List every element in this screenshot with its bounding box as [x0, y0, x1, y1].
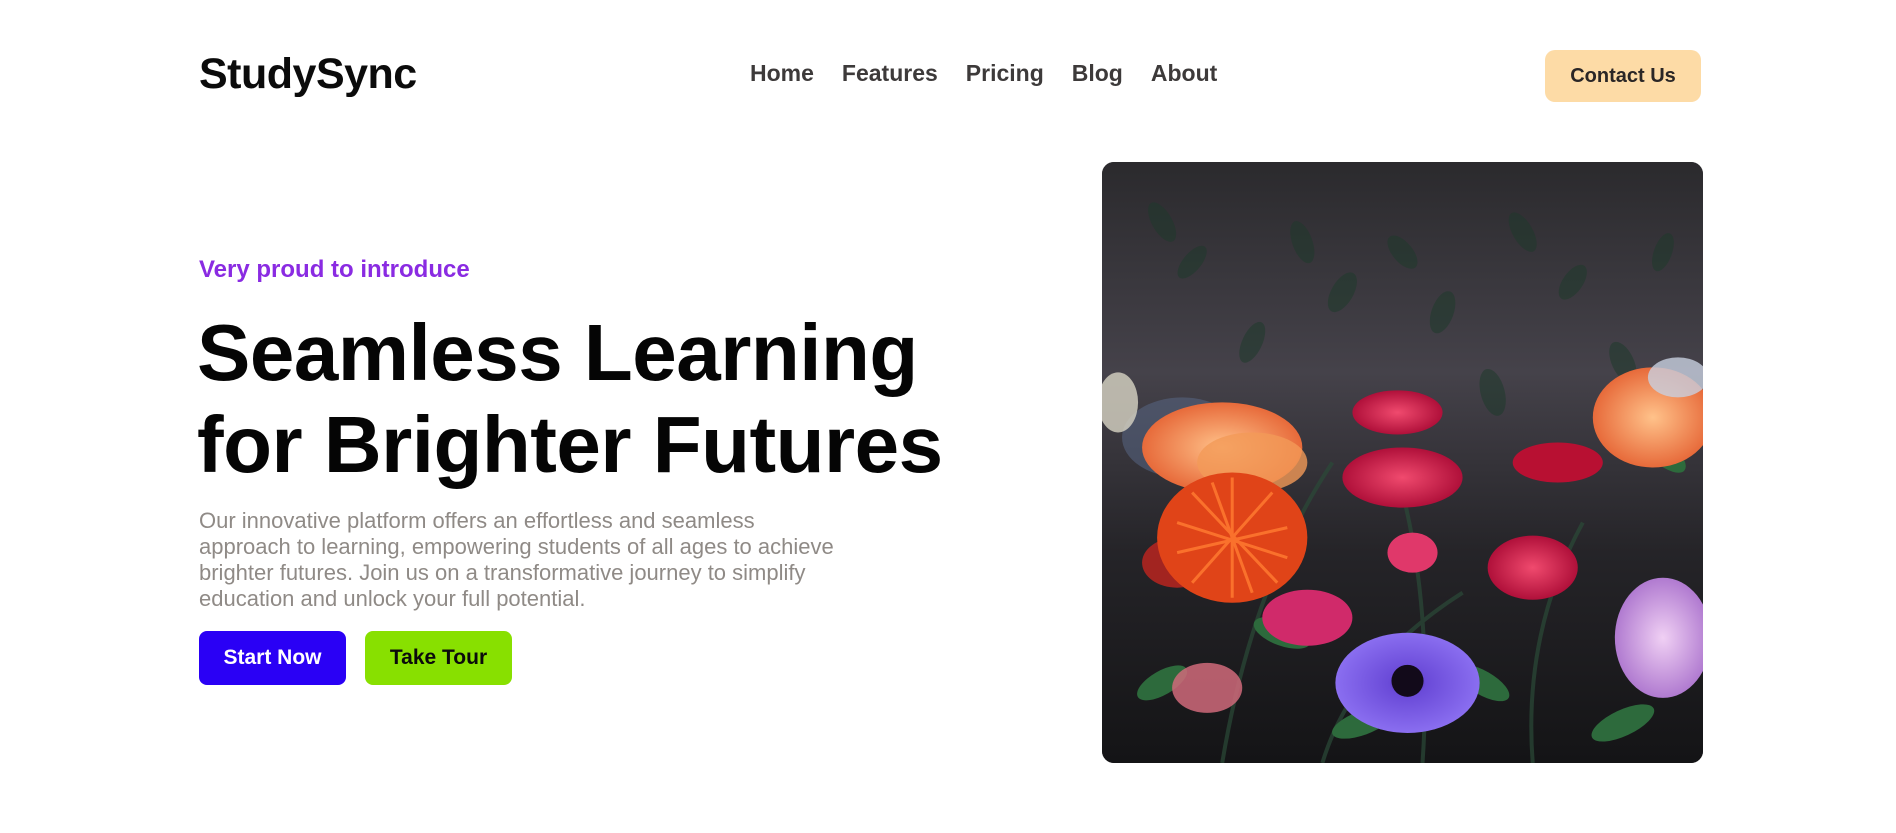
- hero-flower-image: [1102, 162, 1703, 763]
- nav-blog[interactable]: Blog: [1072, 60, 1123, 87]
- nav-pricing[interactable]: Pricing: [966, 60, 1044, 87]
- hero-eyebrow: Very proud to introduce: [199, 256, 470, 283]
- nav-about[interactable]: About: [1151, 60, 1217, 87]
- start-now-button[interactable]: Start Now: [199, 631, 346, 685]
- site-header: StudySync Home Features Pricing Blog Abo…: [0, 0, 1896, 150]
- main-nav: Home Features Pricing Blog About: [750, 60, 1217, 87]
- headline-line-2: for Brighter Futures: [197, 400, 943, 489]
- nav-features[interactable]: Features: [842, 60, 938, 87]
- logo[interactable]: StudySync: [199, 50, 417, 99]
- contact-us-button[interactable]: Contact Us: [1545, 50, 1701, 102]
- headline-line-1: Seamless Learning: [197, 308, 918, 397]
- flower-bouquet-illustration: [1102, 162, 1703, 763]
- hero-description: Our innovative platform offers an effort…: [199, 508, 834, 611]
- hero-cta-group: Start Now Take Tour: [199, 631, 512, 685]
- nav-home[interactable]: Home: [750, 60, 814, 87]
- hero-headline: Seamless Learning for Brighter Futures: [197, 307, 997, 491]
- take-tour-button[interactable]: Take Tour: [365, 631, 512, 685]
